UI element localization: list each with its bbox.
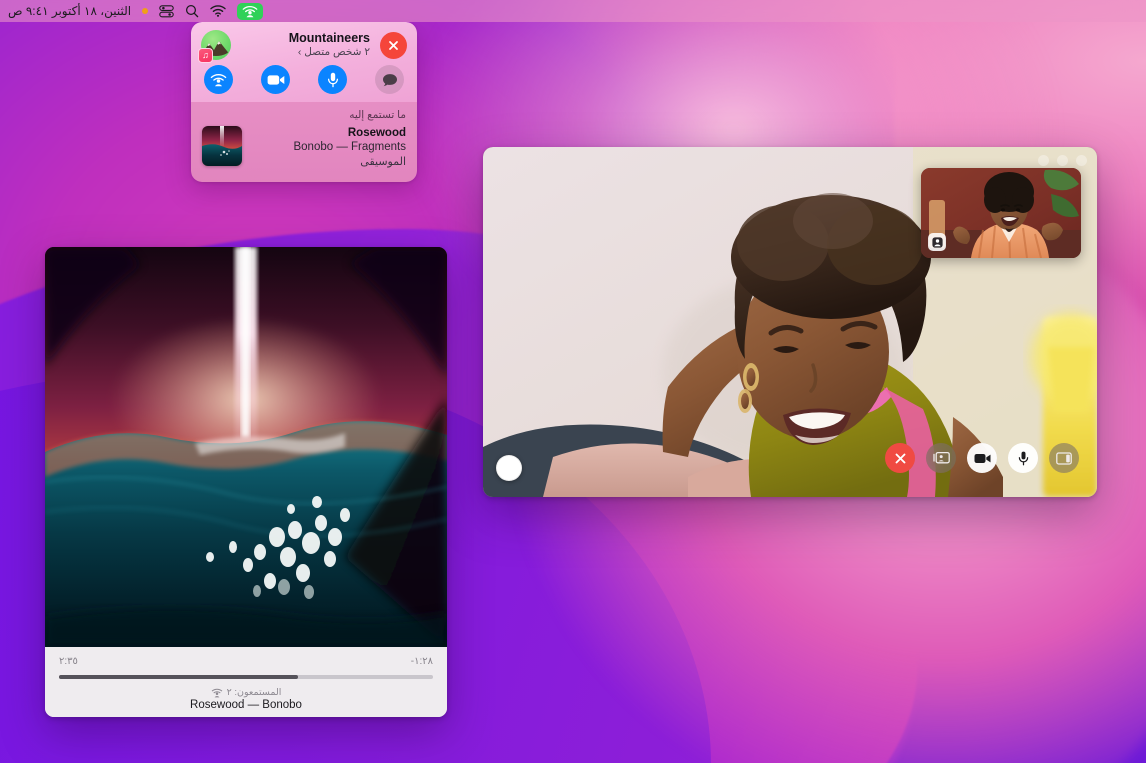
shareplay-button[interactable] bbox=[204, 65, 233, 94]
listeners-row: المستمعون: ٢ bbox=[59, 687, 433, 698]
track-title: Rosewood bbox=[347, 127, 406, 139]
shareplay-icon bbox=[211, 688, 223, 698]
now-playing-section-title: ما تستمع إليه bbox=[349, 109, 406, 121]
end-call-button[interactable] bbox=[885, 443, 915, 473]
music-player-window: ٢:٣٥ -١:٢٨ المستمعون: ٢ Rosewood — Bonob… bbox=[45, 247, 447, 717]
video-camera-button[interactable] bbox=[261, 65, 290, 94]
recording-indicator-dot bbox=[142, 8, 149, 14]
music-app-badge-icon: ♫ bbox=[198, 48, 213, 63]
music-player-controls: ٢:٣٥ -١:٢٨ المستمعون: ٢ Rosewood — Bonob… bbox=[45, 647, 447, 717]
elapsed-time: ٢:٣٥ bbox=[59, 656, 78, 667]
playback-scrubber[interactable] bbox=[59, 675, 433, 679]
window-traffic-lights[interactable] bbox=[1038, 155, 1087, 166]
microphone-toggle-button[interactable] bbox=[1008, 443, 1038, 473]
close-shareplay-button[interactable] bbox=[380, 31, 407, 59]
control-center-icon[interactable] bbox=[159, 3, 174, 19]
group-name: Mountaineers bbox=[288, 31, 370, 45]
album-artwork-thumbnail[interactable] bbox=[202, 126, 242, 166]
facetime-controls-bar bbox=[885, 443, 1079, 473]
facetime-window bbox=[483, 147, 1097, 497]
shareplay-panel: Mountaineers ٢ شخص متصل › ♫ ما تستمع إلي… bbox=[191, 22, 417, 182]
shareplay-now-playing-section: ما تستمع إليه Rosewood Bonobo — Fragment… bbox=[191, 102, 417, 182]
album-artwork-large bbox=[45, 247, 447, 647]
source-app-name: الموسيقى bbox=[360, 156, 406, 168]
group-avatar[interactable]: ♫ bbox=[198, 30, 231, 63]
menu-bar: الثنين، ١٨ أكتوبر ٩:٤١ ص bbox=[0, 0, 1146, 22]
remaining-time: -١:٢٨ bbox=[410, 656, 433, 667]
close-window-button[interactable] bbox=[1038, 155, 1049, 166]
zoom-window-button[interactable] bbox=[1076, 155, 1087, 166]
participant-badge-icon bbox=[928, 233, 946, 251]
track-artist-album: Bonobo — Fragments bbox=[293, 141, 406, 153]
now-playing-text: Rosewood — Bonobo bbox=[190, 699, 302, 711]
shareplay-panel-header-section: Mountaineers ٢ شخص متصل › ♫ bbox=[191, 22, 417, 102]
wifi-icon[interactable] bbox=[210, 3, 226, 19]
playback-progress-fill bbox=[59, 675, 299, 679]
window-resize-handle[interactable] bbox=[496, 455, 522, 481]
messages-button[interactable] bbox=[375, 65, 404, 94]
pip-video-tile[interactable] bbox=[921, 168, 1081, 258]
sidebar-toggle-button[interactable] bbox=[1049, 443, 1079, 473]
search-icon[interactable] bbox=[185, 3, 199, 19]
listeners-label: المستمعون: ٢ bbox=[226, 687, 282, 698]
microphone-button[interactable] bbox=[318, 65, 347, 94]
minimize-window-button[interactable] bbox=[1057, 155, 1068, 166]
menubar-clock[interactable]: الثنين، ١٨ أكتوبر ٩:٤١ ص bbox=[8, 4, 131, 18]
participants-count-link[interactable]: ٢ شخص متصل › bbox=[239, 46, 370, 59]
shareplay-menubar-indicator[interactable] bbox=[237, 2, 264, 20]
share-screen-button[interactable] bbox=[926, 443, 956, 473]
video-toggle-button[interactable] bbox=[967, 443, 997, 473]
